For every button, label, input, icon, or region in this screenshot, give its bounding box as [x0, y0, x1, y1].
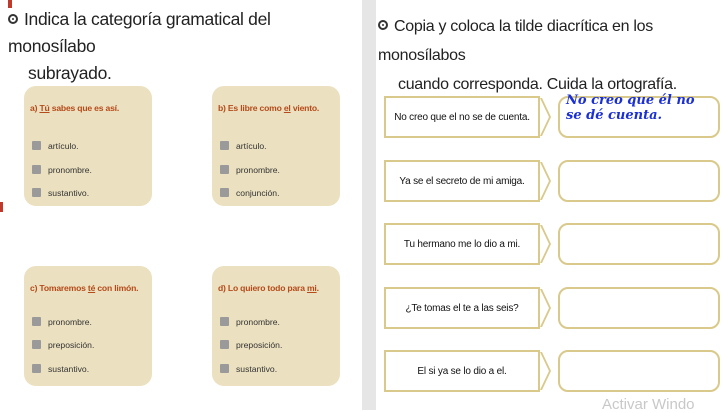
option-item[interactable]: sustantivo.	[32, 364, 89, 374]
left-worksheet: Indica la categoría gramatical del monos…	[0, 0, 362, 410]
handwritten-answer: No creo que él no se dé cuenta.	[566, 93, 695, 123]
checkbox[interactable]	[32, 364, 41, 373]
activation-watermark: Activar Windo	[602, 396, 695, 413]
left-heading: Indica la categoría gramatical del monos…	[8, 9, 271, 83]
answer-box[interactable]	[558, 160, 720, 202]
checkbox[interactable]	[220, 141, 229, 150]
bullet-icon	[378, 20, 388, 30]
question-text: a) Tú sabes que es así.	[30, 103, 120, 113]
question-text: b) Es libre como el viento.	[218, 103, 320, 113]
panel-divider	[362, 0, 376, 410]
checkbox[interactable]	[32, 317, 41, 326]
checkbox[interactable]	[32, 188, 41, 197]
right-heading: Copia y coloca la tilde diacrítica en lo…	[378, 18, 677, 93]
question-text: d) Lo quiero todo para mi.	[218, 283, 319, 293]
sentence-box: No creo que el no se de cuenta.	[384, 96, 540, 138]
checkbox[interactable]	[220, 340, 229, 349]
question-card-c: c) Tomaremos té con limón. pronombre. pr…	[24, 266, 152, 386]
answer-box[interactable]	[558, 350, 720, 392]
answer-box[interactable]	[558, 287, 720, 329]
checkbox[interactable]	[220, 317, 229, 326]
option-item[interactable]: pronombre.	[32, 165, 92, 175]
option-item[interactable]: preposición.	[32, 340, 94, 350]
checkbox[interactable]	[32, 141, 41, 150]
checkbox[interactable]	[220, 188, 229, 197]
option-item[interactable]: pronombre.	[220, 165, 280, 175]
option-item[interactable]: conjunción.	[220, 188, 279, 198]
option-item[interactable]: sustantivo.	[32, 188, 89, 198]
arrow-icon	[540, 225, 551, 263]
sentence-box: El si ya se lo dio a el.	[384, 350, 540, 392]
arrow-icon	[540, 98, 551, 136]
sentence-box: Tu hermano me lo dio a mi.	[384, 223, 540, 265]
checkbox[interactable]	[220, 165, 229, 174]
checkbox[interactable]	[220, 364, 229, 373]
question-card-b: b) Es libre como el viento. artículo. pr…	[212, 86, 340, 206]
question-card-d: d) Lo quiero todo para mi. pronombre. pr…	[212, 266, 340, 386]
arrow-icon	[540, 162, 551, 200]
arrow-icon	[540, 289, 551, 327]
option-item[interactable]: preposición.	[220, 340, 282, 350]
option-item[interactable]: pronombre.	[32, 317, 92, 327]
checkbox[interactable]	[32, 165, 41, 174]
question-text: c) Tomaremos té con limón.	[30, 283, 139, 293]
sentence-box: ¿Te tomas el te a las seis?	[384, 287, 540, 329]
option-item[interactable]: sustantivo.	[220, 364, 277, 374]
option-item[interactable]: artículo.	[220, 141, 267, 151]
arrow-icon	[540, 352, 551, 390]
sentence-box: Ya se el secreto de mi amiga.	[384, 160, 540, 202]
question-card-a: a) Tú sabes que es así. artículo. pronom…	[24, 86, 152, 206]
right-worksheet: Copia y coloca la tilde diacrítica en lo…	[376, 0, 725, 410]
checkbox[interactable]	[32, 340, 41, 349]
edge-marker	[0, 202, 3, 212]
option-item[interactable]: artículo.	[32, 141, 79, 151]
option-item[interactable]: pronombre.	[220, 317, 280, 327]
bullet-icon	[8, 14, 18, 24]
answer-box[interactable]	[558, 223, 720, 265]
